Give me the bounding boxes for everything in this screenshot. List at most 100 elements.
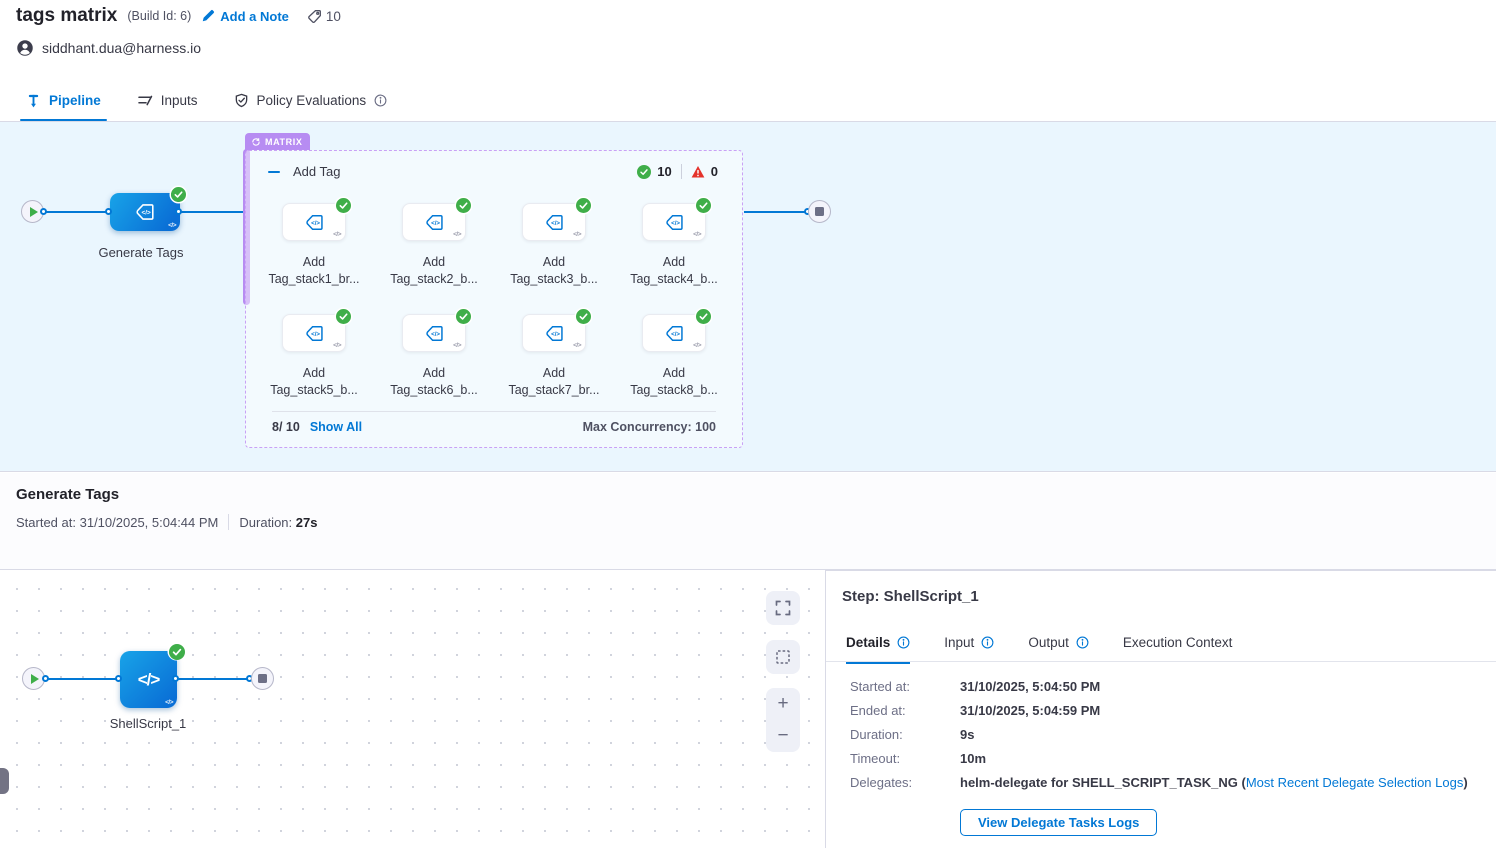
- matrix-footer-divider: [272, 411, 716, 412]
- user-email: siddhant.dua@harness.io: [42, 40, 201, 56]
- tag-step-icon: </>: [304, 212, 325, 233]
- step-panel-title: Step: ShellScript_1: [842, 588, 979, 605]
- matrix-step: </> </> AddTag_stack1_br...: [254, 203, 374, 314]
- tab-input[interactable]: Input: [944, 635, 994, 664]
- shield-check-icon: [234, 93, 249, 108]
- row-label: Duration:: [850, 727, 960, 742]
- info-icon[interactable]: [981, 636, 994, 649]
- matrix-status: 10 0: [637, 164, 718, 179]
- duration-label: Duration:: [239, 515, 292, 530]
- matrix-step-node[interactable]: </> </>: [522, 314, 586, 352]
- svg-text:</>: </>: [671, 219, 680, 226]
- zoom-in-button[interactable]: +: [766, 688, 800, 720]
- tab-policy-evaluations[interactable]: Policy Evaluations: [234, 79, 388, 121]
- collapse-icon[interactable]: [268, 171, 280, 173]
- success-badge-icon: [169, 644, 184, 659]
- main-tabbar: Pipeline Inputs Policy Evaluations: [0, 79, 1496, 122]
- generate-tags-step-node[interactable]: </> </>: [110, 193, 180, 231]
- row-label: Ended at:: [850, 703, 960, 718]
- stage-summary-title: Generate Tags: [16, 486, 119, 503]
- tab-label: Details: [846, 635, 890, 650]
- tab-inputs[interactable]: Inputs: [137, 79, 198, 121]
- success-badge-icon: [696, 309, 711, 324]
- matrix-step-node[interactable]: </> </>: [402, 203, 466, 241]
- connector-line: [180, 211, 244, 213]
- matrix-step-node[interactable]: </> </>: [282, 203, 346, 241]
- success-badge-icon: [171, 187, 186, 202]
- failed-count: 0: [711, 164, 718, 179]
- fit-to-screen-button[interactable]: [766, 591, 800, 625]
- success-badge-icon: [576, 198, 591, 213]
- matrix-footer: 8/ 10 Show All Max Concurrency: 100: [272, 420, 716, 434]
- tag-count: 10: [307, 9, 341, 24]
- code-glyph: </>: [453, 342, 461, 349]
- tag-step-icon: </>: [424, 323, 445, 344]
- tab-details[interactable]: Details: [846, 635, 910, 664]
- code-glyph: </>: [333, 342, 341, 349]
- svg-text:</>: </>: [551, 330, 560, 337]
- matrix-container: Add Tag 10 0 </> </>: [245, 150, 743, 448]
- matrix-step-node[interactable]: </> </>: [642, 314, 706, 352]
- tab-label: Pipeline: [49, 93, 101, 108]
- tag-step-icon: </>: [424, 212, 445, 233]
- tab-label: Output: [1028, 635, 1069, 650]
- matrix-step: </> </> AddTag_stack6_b...: [374, 314, 494, 425]
- tag-step-icon: </>: [544, 212, 565, 233]
- tab-label: Input: [944, 635, 974, 650]
- matrix-step-label: AddTag_stack3_b...: [510, 254, 598, 287]
- view-delegate-tasks-logs-button[interactable]: View Delegate Tasks Logs: [960, 809, 1157, 836]
- header: tags matrix (Build Id: 6) Add a Note 10: [16, 5, 341, 27]
- tag-step-icon: </>: [664, 212, 685, 233]
- panel-resize-handle[interactable]: [0, 768, 9, 794]
- code-glyph: </>: [693, 231, 701, 238]
- success-count-icon: [637, 165, 651, 179]
- shellscript-step-node[interactable]: </> </>: [120, 651, 177, 708]
- info-icon[interactable]: [374, 94, 387, 107]
- stage-node-label: Generate Tags: [86, 245, 196, 260]
- matrix-steps-grid: </> </> AddTag_stack1_br... </> </> AddT…: [254, 203, 736, 425]
- info-icon[interactable]: [897, 636, 910, 649]
- junction-dot: [105, 208, 112, 215]
- tab-execution-context[interactable]: Execution Context: [1123, 635, 1233, 664]
- matrix-step-node[interactable]: </> </>: [402, 314, 466, 352]
- show-all-link[interactable]: Show All: [310, 420, 362, 434]
- tab-pipeline[interactable]: Pipeline: [26, 79, 101, 121]
- row-label: Started at:: [850, 679, 960, 694]
- tag-step-icon: </>: [134, 201, 156, 223]
- tag-step-icon: </>: [304, 323, 325, 344]
- canvas-end-node: [251, 667, 274, 690]
- matrix-step-label: AddTag_stack1_br...: [268, 254, 359, 287]
- success-badge-icon: [576, 309, 591, 324]
- step-details: Started at: 31/10/2025, 5:04:50 PM Ended…: [850, 679, 1476, 836]
- row-value: helm-delegate for SHELL_SCRIPT_TASK_NG (…: [960, 775, 1468, 790]
- shellscript-icon: </>: [138, 670, 160, 690]
- code-glyph: </>: [333, 231, 341, 238]
- matrix-step-label: AddTag_stack6_b...: [390, 365, 478, 398]
- connector-line: [744, 211, 809, 213]
- row-label: Timeout:: [850, 751, 960, 766]
- delegate-selection-logs-link[interactable]: Most Recent Delegate Selection Logs: [1246, 775, 1464, 790]
- junction-dot: [40, 208, 47, 215]
- junction-dot: [42, 675, 49, 682]
- play-icon: [30, 207, 38, 217]
- tab-label: Policy Evaluations: [257, 93, 367, 108]
- info-icon[interactable]: [1076, 636, 1089, 649]
- row-value: 9s: [960, 727, 974, 742]
- tab-output[interactable]: Output: [1028, 635, 1089, 664]
- page-title: tags matrix: [16, 5, 117, 27]
- matrix-step-label: AddTag_stack2_b...: [390, 254, 478, 287]
- add-note-link[interactable]: Add a Note: [201, 9, 289, 24]
- junction-dot: [172, 675, 179, 682]
- delegate-suffix: ): [1463, 775, 1467, 790]
- tag-step-icon: </>: [664, 323, 685, 344]
- failed-count-icon: [691, 165, 705, 179]
- matrix-step-node[interactable]: </> </>: [522, 203, 586, 241]
- multi-select-button[interactable]: [766, 640, 800, 674]
- success-count: 10: [657, 164, 671, 179]
- matrix-step-node[interactable]: </> </>: [282, 314, 346, 352]
- zoom-out-button[interactable]: −: [766, 720, 800, 752]
- panel-tabs: Details Input Output Execution Context: [846, 635, 1232, 664]
- code-glyph: </>: [573, 342, 581, 349]
- success-badge-icon: [336, 198, 351, 213]
- matrix-step-node[interactable]: </> </>: [642, 203, 706, 241]
